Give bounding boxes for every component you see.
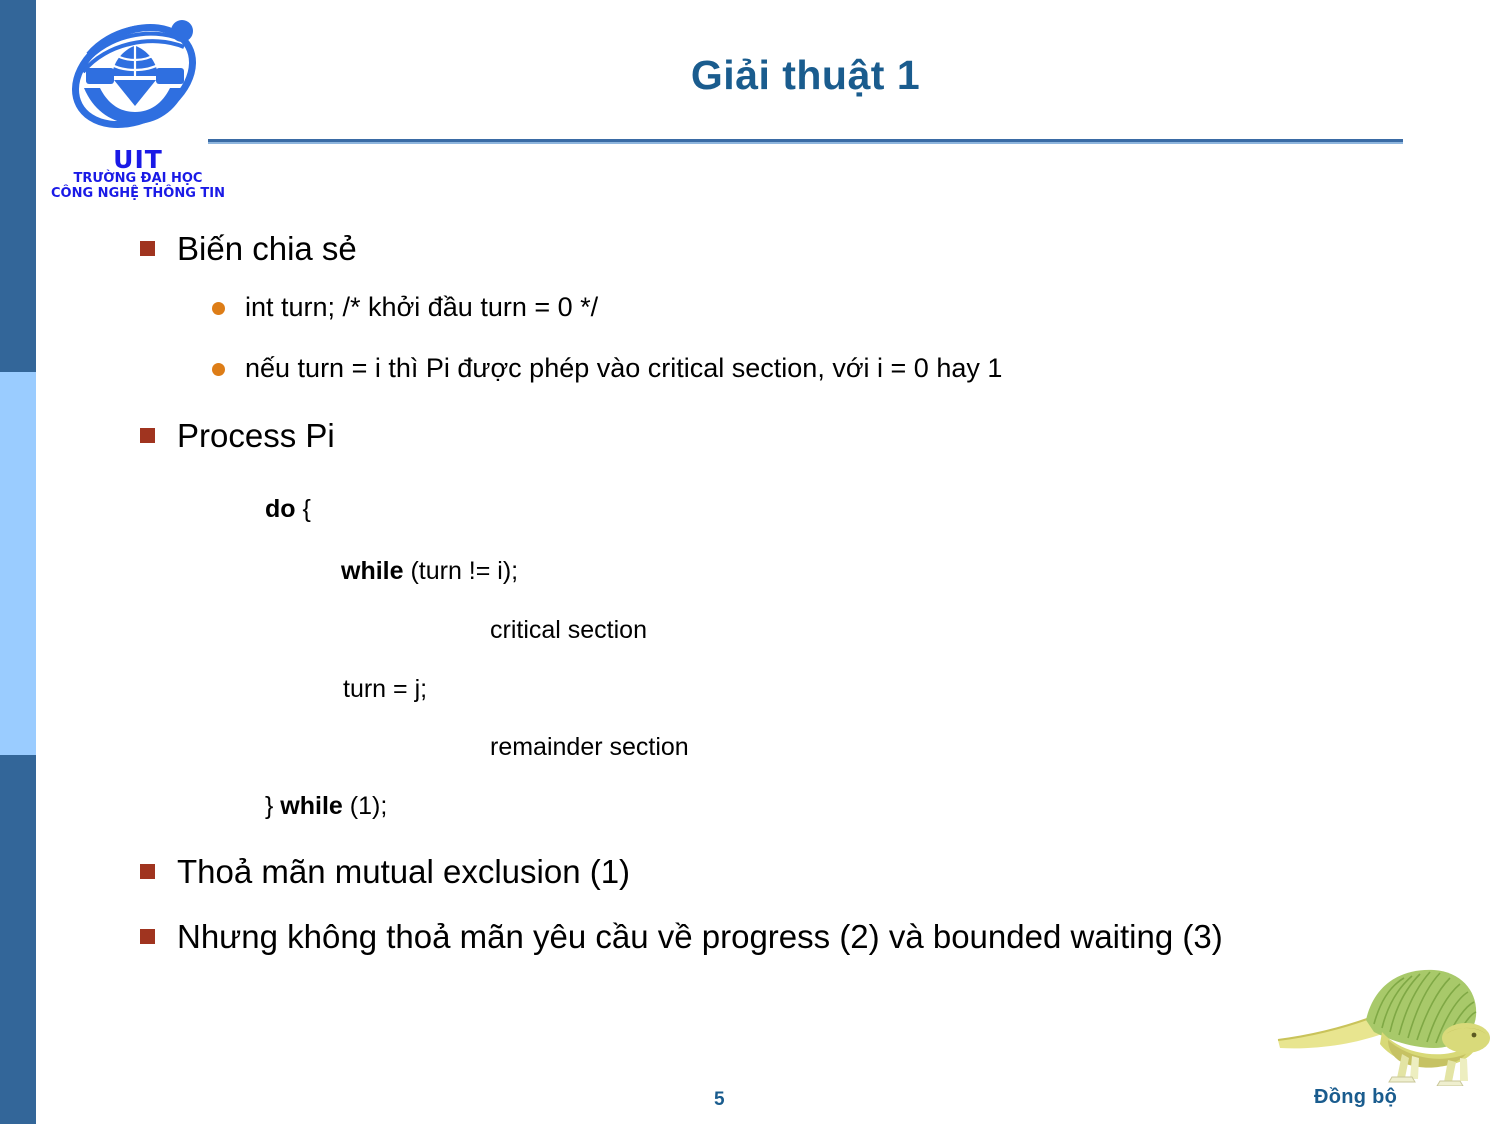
- bullet-process-pi: Process Pi: [140, 415, 1370, 457]
- square-bullet-icon: [140, 241, 155, 256]
- code-line-turn-assign: turn = j;: [343, 675, 428, 703]
- sub-bullet-int-turn: int turn; /* khởi đầu turn = 0 */: [212, 291, 1392, 325]
- round-bullet-icon: [212, 302, 225, 315]
- code-text-while-cond: (turn != i);: [403, 557, 519, 585]
- code-text-brace: }: [265, 792, 281, 820]
- code-text-while-one: (1);: [342, 792, 388, 820]
- bullet-label: Nhưng không thoả mãn yêu cầu về progress…: [177, 918, 1223, 955]
- code-line-remainder-section: remainder section: [490, 733, 689, 761]
- bullet-mutual-exclusion: Thoả mãn mutual exclusion (1): [140, 851, 1370, 893]
- bullet-label: Thoả mãn mutual exclusion (1): [177, 853, 631, 890]
- code-keyword-do: do: [265, 495, 296, 523]
- square-bullet-icon: [140, 929, 155, 944]
- code-keyword-while: while: [341, 557, 404, 585]
- code-line-while-turn: while (turn != i);: [341, 557, 518, 586]
- sub-bullet-label: nếu turn = i thì Pi được phép vào critic…: [245, 353, 1003, 383]
- bullet-label: Process Pi: [177, 417, 335, 454]
- sub-bullet-label: int turn; /* khởi đầu turn = 0 */: [245, 292, 599, 322]
- sub-bullet-neu-turn: nếu turn = i thì Pi được phép vào critic…: [212, 352, 1392, 386]
- code-line-critical-section: critical section: [490, 616, 647, 644]
- round-bullet-icon: [212, 363, 225, 376]
- page-number: 5: [714, 1089, 725, 1110]
- code-text-do-rest: {: [295, 495, 311, 523]
- code-line-do: do {: [265, 495, 311, 524]
- dinosaur-icon: [1277, 969, 1490, 1086]
- code-keyword-while-end: while: [280, 792, 343, 820]
- square-bullet-icon: [140, 428, 155, 443]
- slide-canvas: UIT TRƯỜNG ĐẠI HỌC CÔNG NGHỆ THÔNG TIN G…: [0, 0, 1499, 1124]
- bullet-progress-bounded-waiting: Nhưng không thoả mãn yêu cầu về progress…: [140, 916, 1345, 958]
- bullet-label: Biến chia sẻ: [177, 230, 357, 267]
- slide-body: Biến chia sẻ int turn; /* khởi đầu turn …: [0, 0, 1499, 1124]
- bullet-bien-chia-se: Biến chia sẻ: [140, 228, 1370, 270]
- square-bullet-icon: [140, 864, 155, 879]
- code-line-close-while: } while (1);: [265, 792, 387, 821]
- footer-caption: Đồng bộ: [1314, 1086, 1398, 1108]
